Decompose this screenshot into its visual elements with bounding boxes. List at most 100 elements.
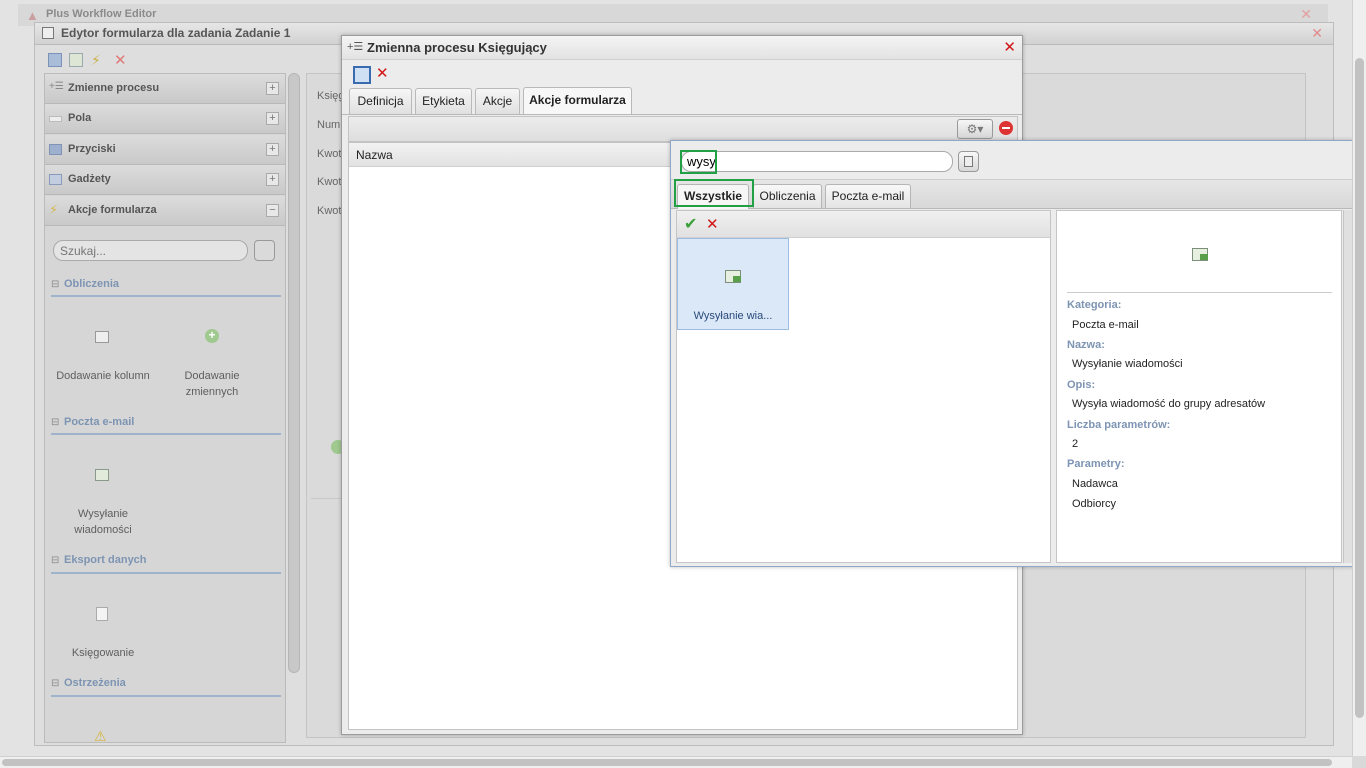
editor-close-icon[interactable]: ✕ <box>1311 25 1323 42</box>
field-icon <box>49 116 62 122</box>
expand-icon[interactable]: + <box>266 173 279 186</box>
result-item-send-message[interactable]: Wysyłanie wia... <box>677 238 789 330</box>
category-divider <box>51 433 281 435</box>
email-send-icon <box>95 469 109 481</box>
category-collapse-icon[interactable]: ⊟ <box>51 417 59 428</box>
item-add-variables-line1[interactable]: Dodawanie <box>163 368 261 384</box>
settings-gear-icon[interactable]: ⚙▾ <box>957 119 993 139</box>
add-column-icon <box>95 331 109 343</box>
category-divider <box>51 695 281 697</box>
category-collapse-icon[interactable]: ⊟ <box>51 678 59 689</box>
tab-label[interactable]: Etykieta <box>415 88 472 114</box>
save-as-icon[interactable] <box>69 53 83 67</box>
category-warnings: Ostrzeżenia <box>64 677 126 689</box>
plus-circle-icon: + <box>205 329 219 343</box>
page-horizontal-scrollbar[interactable] <box>0 756 1352 768</box>
app-logo-icon: ▲ <box>26 8 39 23</box>
detail-param-count-value: 2 <box>1072 438 1079 450</box>
search-clear-icon[interactable] <box>254 240 275 261</box>
expand-icon[interactable]: + <box>266 112 279 125</box>
palette-panel: +☰ Zmienne procesu + Pola + Przyciski + … <box>44 73 286 744</box>
category-collapse-icon[interactable]: ⊟ <box>51 279 59 290</box>
section-fields[interactable]: Pola + <box>45 104 285 134</box>
variable-icon: +☰ <box>347 41 364 53</box>
field-label: Num <box>317 119 341 131</box>
category-tabs: Wszystkie Obliczenia Poczta e-mail <box>671 179 1352 209</box>
editor-title: Edytor formularza dla zadania Zadanie 1 <box>61 26 291 40</box>
section-buttons[interactable]: Przyciski + <box>45 135 285 165</box>
gadget-icon <box>49 174 62 185</box>
item-add-variables-line2[interactable]: zmiennych <box>163 384 261 400</box>
detail-params-label: Parametry: <box>1067 458 1125 470</box>
page-vertical-scrollbar[interactable] <box>1352 0 1366 756</box>
app-title: Plus Workflow Editor <box>46 8 157 20</box>
section-gadgets[interactable]: Gadżety + <box>45 165 285 195</box>
column-header-name[interactable]: Nazwa <box>356 148 393 162</box>
item-send-message-line2[interactable]: wiadomości <box>50 522 156 538</box>
save-icon[interactable] <box>353 66 371 84</box>
details-scrollbar[interactable] <box>1343 210 1352 563</box>
collapse-icon[interactable]: − <box>266 204 279 217</box>
editor-cancel-icon[interactable]: ✕ <box>114 51 127 69</box>
cancel-icon[interactable]: ✕ <box>706 215 719 233</box>
item-add-columns[interactable]: Dodawanie kolumn <box>50 368 156 384</box>
tab-actions[interactable]: Akcje <box>475 88 520 114</box>
details-panel: Kategoria: Poczta e-mail Nazwa: Wysyłani… <box>1056 210 1342 563</box>
category-email: Poczta e-mail <box>64 416 135 428</box>
export-icon <box>96 607 108 621</box>
tab-highlight <box>674 179 754 207</box>
dialog-title: Zmienna procesu Księgujący <box>367 40 547 55</box>
section-process-variables[interactable]: +☰ Zmienne procesu + <box>45 74 285 104</box>
action-picker-popup: Wszystkie Obliczenia Poczta e-mail ✔ ✕ W… <box>670 140 1353 567</box>
detail-name-label: Nazwa: <box>1067 339 1105 351</box>
warning-icon: ⚠ <box>94 728 107 744</box>
palette-scrollbar[interactable] <box>288 73 300 673</box>
vertical-scroll-thumb[interactable] <box>1355 58 1364 718</box>
field-label: Kwot <box>317 148 342 160</box>
app-close-icon[interactable]: ✕ <box>1300 6 1312 23</box>
tab-calculations[interactable]: Obliczenia <box>753 184 822 208</box>
dialog-titlebar: +☰ Zmienna procesu Księgujący ✕ <box>342 36 1022 60</box>
tab-email[interactable]: Poczta e-mail <box>825 184 911 208</box>
results-toolbar: ✔ ✕ <box>677 211 1050 238</box>
remove-icon[interactable] <box>999 121 1013 135</box>
variables-icon: +☰ <box>49 81 64 92</box>
item-send-message-line1[interactable]: Wysyłanie <box>50 506 156 522</box>
tab-definition[interactable]: Definicja <box>349 88 412 114</box>
category-export: Eksport danych <box>64 554 147 566</box>
section-label: Pola <box>68 112 92 124</box>
cancel-icon[interactable]: ✕ <box>376 66 389 81</box>
result-label: Wysyłanie wia... <box>693 310 773 322</box>
editor-window-icon <box>42 27 54 39</box>
horizontal-scroll-thumb[interactable] <box>2 759 1332 766</box>
detail-description-value: Wysyła wiadomość do grupy adresatów <box>1072 398 1266 410</box>
detail-param-count-label: Liczba parametrów: <box>1067 419 1171 431</box>
section-label: Zmienne procesu <box>68 82 160 94</box>
tab-form-actions[interactable]: Akcje formularza <box>523 87 632 114</box>
detail-category-label: Kategoria: <box>1067 299 1122 311</box>
category-divider <box>51 572 281 574</box>
section-label: Akcje formularza <box>68 204 157 216</box>
action-search-input[interactable] <box>681 151 953 172</box>
detail-description-label: Opis: <box>1067 379 1096 391</box>
item-posting[interactable]: Księgowanie <box>50 645 156 661</box>
search-clear-icon[interactable] <box>958 151 979 172</box>
email-send-icon <box>725 270 741 283</box>
detail-name-value: Wysyłanie wiadomości <box>1072 358 1183 370</box>
email-send-icon <box>1192 248 1208 261</box>
details-divider <box>1067 292 1332 293</box>
palette-search-input[interactable] <box>53 240 248 261</box>
lightning-icon: ⚡ <box>49 202 59 217</box>
actions-icon[interactable]: ⚡ <box>91 52 101 69</box>
section-form-actions[interactable]: ⚡ Akcje formularza − <box>45 196 285 226</box>
save-icon[interactable] <box>48 53 62 67</box>
button-icon <box>49 144 62 155</box>
expand-icon[interactable]: + <box>266 143 279 156</box>
category-collapse-icon[interactable]: ⊟ <box>51 555 59 566</box>
category-obliczenia: Obliczenia <box>64 278 120 290</box>
dialog-close-icon[interactable]: ✕ <box>1003 40 1016 55</box>
field-label: Kwot <box>317 205 342 217</box>
check-icon[interactable]: ✔ <box>684 214 697 234</box>
expand-icon[interactable]: + <box>266 82 279 95</box>
tab-divider <box>342 114 1022 115</box>
